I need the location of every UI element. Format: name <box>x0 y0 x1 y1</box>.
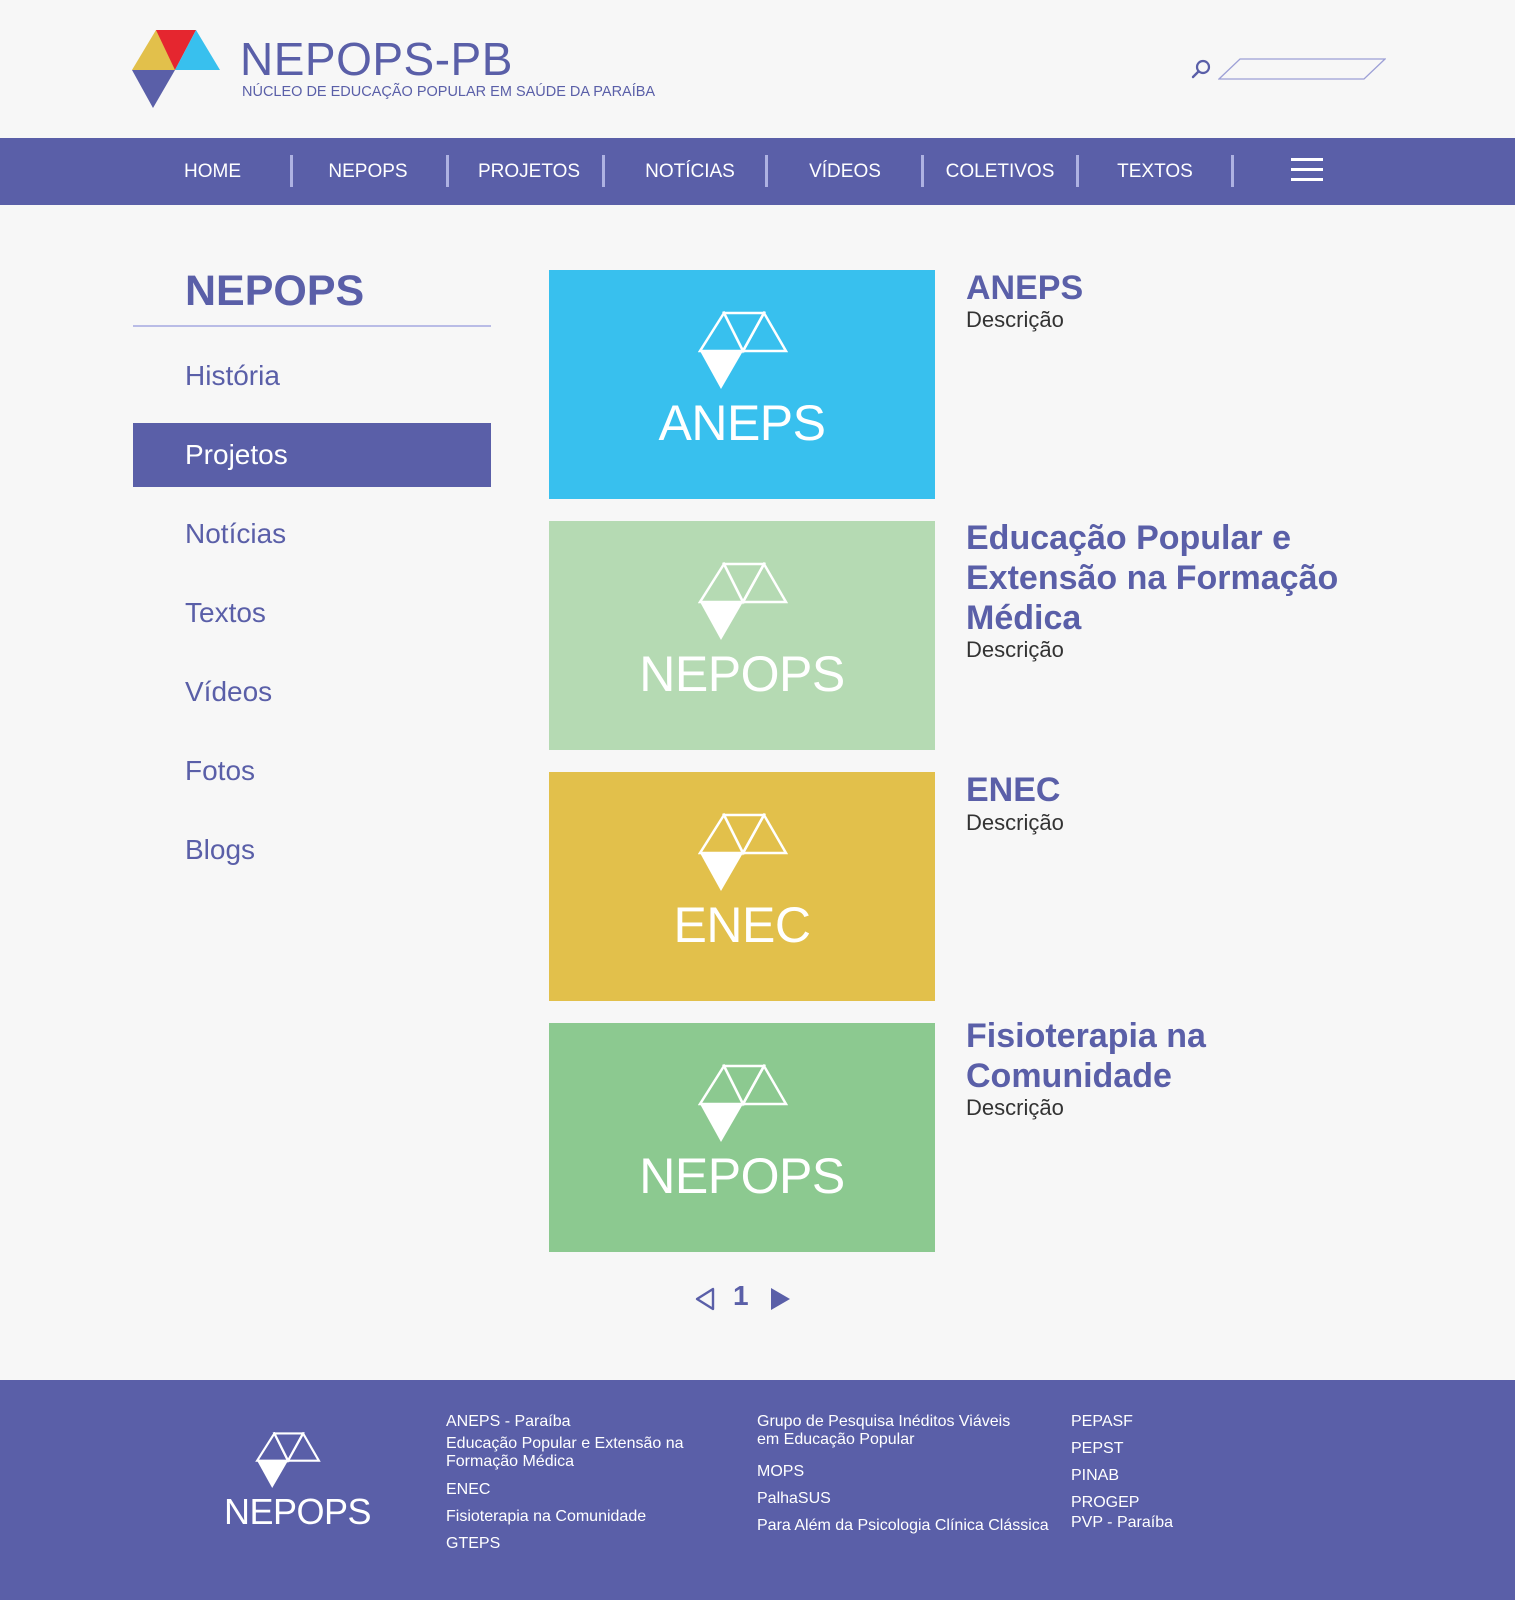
project-description: Descrição <box>966 1095 1064 1120</box>
footer-link[interactable]: ANEPS - Paraíba <box>446 1413 571 1431</box>
footer-link[interactable]: PEPASF <box>1071 1413 1133 1431</box>
project-tile-fisioterapia[interactable]: NEPOPS <box>549 1023 935 1252</box>
sidebar-item-noticias[interactable]: Notícias <box>133 502 491 566</box>
footer-logo[interactable]: NEPOPS <box>224 1432 372 1542</box>
nav-separator <box>446 155 449 187</box>
project-title[interactable]: Fisioterapia na Comunidade <box>966 1016 1346 1096</box>
pagination-current-page[interactable]: 1 <box>733 1282 749 1310</box>
sidebar-item-videos[interactable]: Vídeos <box>133 660 491 724</box>
sidebar-item-historia[interactable]: História <box>133 344 491 408</box>
sidebar-item-textos[interactable]: Textos <box>133 581 491 645</box>
sidebar-item-fotos[interactable]: Fotos <box>133 739 491 803</box>
sidebar-title: NEPOPS <box>185 267 365 315</box>
project-tile-label: NEPOPS <box>639 646 845 702</box>
nav-home[interactable]: HOME <box>155 138 270 205</box>
nav-separator <box>765 155 768 187</box>
footer-link[interactable]: PalhaSUS <box>757 1490 831 1508</box>
nav-separator <box>602 155 605 187</box>
footer-link[interactable]: PEPST <box>1071 1440 1123 1458</box>
project-description: Descrição <box>966 637 1064 662</box>
sidebar-item-blogs[interactable]: Blogs <box>133 818 491 882</box>
sidebar-divider <box>133 325 491 327</box>
project-tile-label: ENEC <box>673 897 811 953</box>
project-description: Descrição <box>966 307 1064 332</box>
nav-separator <box>921 155 924 187</box>
logo-icon[interactable] <box>130 30 222 110</box>
footer-link[interactable]: Grupo de Pesquisa Inéditos Viáveis em Ed… <box>757 1413 1022 1449</box>
footer-link[interactable]: GTEPS <box>446 1535 500 1553</box>
footer-link[interactable]: PROGEP <box>1071 1494 1139 1512</box>
nav-coletivos[interactable]: COLETIVOS <box>930 138 1070 205</box>
footer-link[interactable]: PVP - Paraíba <box>1071 1514 1173 1532</box>
nepops-logo-icon <box>698 813 788 891</box>
site-footer: NEPOPS ANEPS - Paraíba Educação Popular … <box>0 1380 1515 1600</box>
project-title[interactable]: ANEPS <box>966 268 1346 308</box>
project-title[interactable]: Educação Popular e Extensão na Formação … <box>966 518 1346 638</box>
project-tile-enec[interactable]: ENEC <box>549 772 935 1001</box>
footer-link[interactable]: PINAB <box>1071 1467 1119 1485</box>
nav-noticias[interactable]: NOTÍCIAS <box>620 138 760 205</box>
hamburger-icon[interactable] <box>1291 158 1323 184</box>
brand-title[interactable]: NEPOPS-PB <box>240 36 513 82</box>
triangle-right-icon[interactable] <box>769 1287 791 1311</box>
project-tile-aneps[interactable]: ANEPS <box>549 270 935 499</box>
nav-projetos[interactable]: PROJETOS <box>464 138 594 205</box>
main-nav: HOME NEPOPS PROJETOS NOTÍCIAS VÍDEOS COL… <box>0 138 1515 205</box>
project-tile-label: NEPOPS <box>639 1148 845 1204</box>
footer-logo-text: NEPOPS <box>224 1491 372 1532</box>
footer-link[interactable]: Fisioterapia na Comunidade <box>446 1508 646 1526</box>
nepops-logo-icon <box>698 1064 788 1142</box>
project-title[interactable]: ENEC <box>966 770 1346 810</box>
site-header: NEPOPS-PB NÚCLEO DE EDUCAÇÃO POPULAR EM … <box>0 0 1515 138</box>
nav-separator <box>1231 155 1234 187</box>
nav-nepops[interactable]: NEPOPS <box>308 138 428 205</box>
triangle-left-outline-icon[interactable] <box>694 1287 716 1311</box>
nepops-logo-icon <box>255 1432 321 1488</box>
project-tile-label: ANEPS <box>658 395 826 451</box>
footer-link[interactable]: Para Além da Psicologia Clínica Clássica <box>757 1517 1049 1535</box>
nav-separator <box>1076 155 1079 187</box>
sidebar-item-projetos[interactable]: Projetos <box>133 423 491 487</box>
search-input[interactable] <box>1232 59 1372 79</box>
nepops-logo-icon <box>698 311 788 389</box>
footer-link[interactable]: MOPS <box>757 1463 804 1481</box>
brand-subtitle: NÚCLEO DE EDUCAÇÃO POPULAR EM SAÚDE DA P… <box>242 84 656 100</box>
nav-videos[interactable]: VÍDEOS <box>775 138 915 205</box>
project-description: Descrição <box>966 810 1064 835</box>
footer-link[interactable]: Educação Popular e Extensão na Formação … <box>446 1435 706 1471</box>
nav-textos[interactable]: TEXTOS <box>1085 138 1225 205</box>
search-icon[interactable] <box>1190 58 1212 80</box>
nepops-logo-icon <box>698 562 788 640</box>
project-tile-educacao-popular[interactable]: NEPOPS <box>549 521 935 750</box>
footer-link[interactable]: ENEC <box>446 1481 490 1499</box>
nav-separator <box>290 155 293 187</box>
